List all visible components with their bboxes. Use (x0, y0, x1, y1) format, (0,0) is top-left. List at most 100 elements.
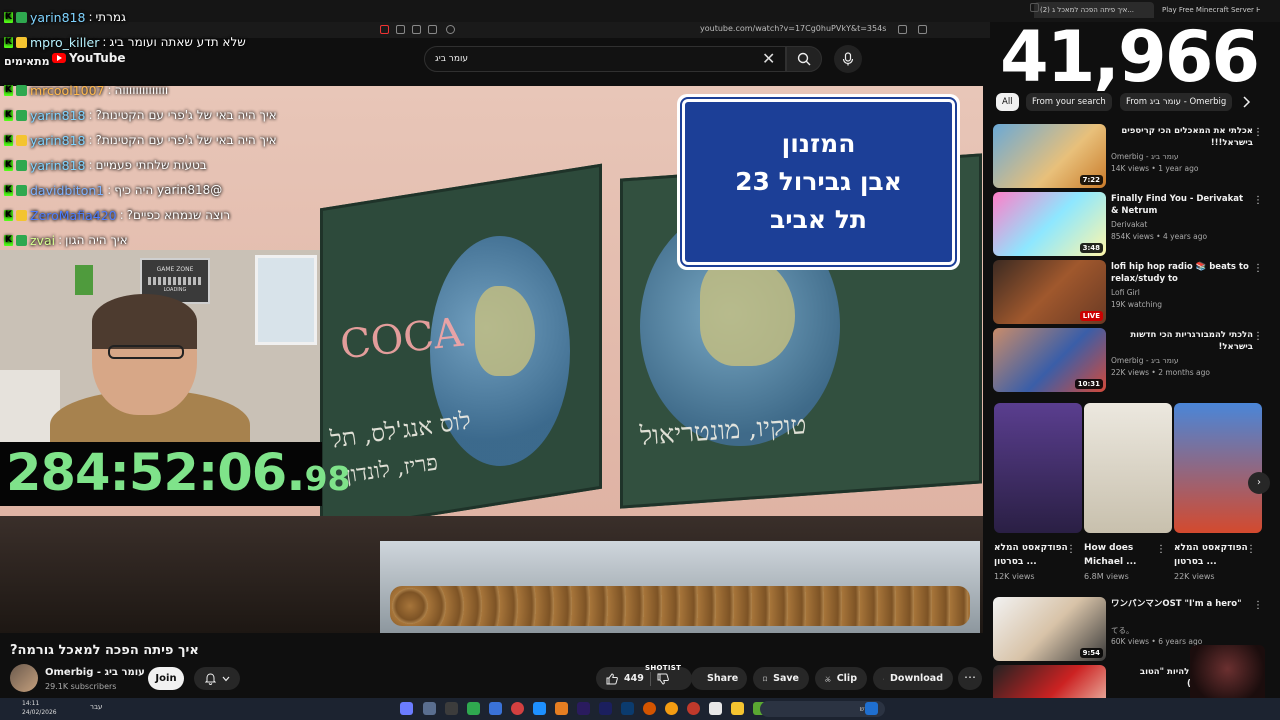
kick-badge-icon: K (4, 84, 13, 96)
clip-label: Clip (836, 673, 857, 684)
video-title: איך פיתה הפכה למאכל גורמה? (10, 643, 199, 658)
search-button[interactable] (786, 46, 822, 72)
recommendation-channel[interactable]: Lofi Girl (1111, 288, 1140, 297)
thumbs-down-icon[interactable] (657, 673, 669, 685)
windows-start-icon[interactable] (865, 702, 878, 715)
address-url[interactable]: youtube.com/watch?v=17Cg0huPVkY&t=354s (700, 24, 886, 33)
close-icon[interactable]: ✕ (762, 49, 775, 69)
save-button[interactable]: Save (753, 667, 809, 690)
recommendation-channel[interactable]: Derivakat (1111, 220, 1147, 229)
stream-timer: 284:52:06. 98 (0, 442, 351, 506)
chrome-icon[interactable] (687, 702, 700, 715)
search-icon[interactable] (446, 25, 455, 34)
recommendation-title[interactable]: Finally Find You - Derivakat & Netrum (1111, 193, 1253, 217)
folder-icon[interactable] (731, 702, 744, 715)
short-thumbnail[interactable] (1084, 403, 1172, 533)
video-thumbnail[interactable]: 7:22 (993, 124, 1106, 188)
recommendation-title[interactable]: הלכתי להמבורגריות הכי חדשות בישראל! (1111, 329, 1253, 353)
chip-from-your-search[interactable]: From your search (1026, 93, 1112, 111)
share-label: Share (707, 673, 739, 684)
app-icon[interactable] (533, 702, 546, 715)
chat-separator: : (102, 35, 107, 49)
taskbar-clock[interactable]: 14:11 24/02/2026 (22, 699, 57, 717)
app-icon[interactable] (423, 702, 436, 715)
voice-search-button[interactable] (834, 45, 862, 73)
more-vert-icon[interactable]: ⋮ (1253, 127, 1263, 138)
share-button[interactable]: Share (691, 667, 747, 690)
short-thumbnail[interactable] (994, 403, 1082, 533)
recommendation-item[interactable]: 10:31 הלכתי להמבורגריות הכי חדשות בישראל!… (993, 328, 1268, 394)
clip-button[interactable]: Clip (815, 667, 867, 690)
search-input[interactable]: עומר ביג (424, 46, 786, 72)
kick-badge-icon: K (4, 234, 13, 246)
extension-icon[interactable] (396, 25, 405, 34)
app-icon[interactable] (467, 702, 480, 715)
video-thumbnail[interactable]: 9:54 (993, 597, 1106, 661)
thumbs-up-icon[interactable] (606, 672, 618, 685)
duration-badge: 9:54 (1079, 648, 1103, 658)
app-icon[interactable] (445, 702, 458, 715)
more-vert-icon[interactable]: ⋮ (1246, 544, 1256, 555)
app-icon[interactable] (489, 702, 502, 715)
bookmark-icon[interactable] (918, 25, 927, 34)
youtube-logo-text: YouTube (69, 51, 126, 65)
recommendation-channel[interactable]: Omerbig - עומר ביג (1111, 152, 1179, 161)
short-title[interactable]: How does Michael ... (1084, 541, 1164, 569)
chip-from-channel[interactable]: From עומר ביג - Omerbig (1120, 93, 1232, 111)
premiere-icon[interactable] (599, 702, 612, 715)
app-icon[interactable] (400, 702, 413, 715)
recommendation-title[interactable]: lofi hip hop radio 📚 beats to relax/stud… (1111, 261, 1253, 285)
bookmark-icon (763, 676, 767, 681)
channel-name[interactable]: Omerbig - עומר ביג (45, 667, 145, 678)
download-button[interactable]: Download (873, 667, 953, 690)
firefox-icon[interactable] (665, 702, 678, 715)
more-vert-icon[interactable]: ⋮ (1253, 600, 1263, 611)
chat-text: רוצה שנמחא כפיים? (126, 208, 231, 222)
video-thumbnail[interactable]: 3:48 (993, 192, 1106, 256)
more-actions-button[interactable]: ⋯ (958, 667, 982, 690)
recommendation-channel[interactable]: Omerbig - עומר ביג (1111, 356, 1179, 365)
join-button[interactable]: Join (148, 667, 184, 690)
extension-icon[interactable] (412, 25, 421, 34)
recommendation-title[interactable]: ワンパンマンOST "I'm a hero" (1111, 598, 1253, 610)
recommendation-title[interactable]: אכלתי את המאכלים הכי קריספים בישראל!!! (1111, 125, 1253, 149)
recommendation-item[interactable]: LIVE lofi hip hop radio 📚 beats to relax/… (993, 260, 1268, 326)
chat-message: Kyarin818 : בטעות שלחתי פעמיים (4, 154, 207, 176)
youtube-logo[interactable]: YouTube (52, 51, 126, 65)
chat-username: yarin818 (30, 132, 86, 148)
chat-separator: : (88, 133, 93, 147)
app-icon[interactable] (511, 702, 524, 715)
more-vert-icon[interactable]: ⋮ (1253, 263, 1263, 274)
short-title[interactable]: הפודקאסט המלא בסרטון ... (994, 541, 1074, 569)
recommendation-meta: 14K views • 1 year ago (1111, 164, 1199, 173)
chat-username: mpro_killer (30, 34, 100, 50)
recommendation-item[interactable]: 3:48 Finally Find You - Derivakat & Netru… (993, 192, 1268, 258)
video-thumbnail[interactable]: LIVE (993, 260, 1106, 324)
extension-icon[interactable] (380, 25, 389, 34)
app-icon[interactable] (555, 702, 568, 715)
recommendation-channel[interactable]: てる。 (1111, 625, 1134, 636)
share-icon[interactable] (898, 25, 907, 34)
notifications-button[interactable] (194, 667, 240, 690)
language-indicator[interactable]: עבר (90, 703, 102, 711)
more-vert-icon[interactable]: ⋮ (1156, 544, 1166, 555)
after-effects-icon[interactable] (577, 702, 590, 715)
short-title[interactable]: הפודקאסט המלא בסרטון ... (1174, 541, 1254, 569)
video-thumbnail[interactable]: 10:31 (993, 328, 1106, 392)
app-icon[interactable] (709, 702, 722, 715)
chevron-right-icon[interactable] (1241, 96, 1251, 108)
photoshop-icon[interactable] (621, 702, 634, 715)
more-vert-icon[interactable]: ⋮ (1253, 331, 1263, 342)
extension-icon[interactable] (428, 25, 437, 34)
chat-separator: : (88, 158, 93, 172)
chat-text: בטעות שלחתי פעמיים (95, 158, 207, 172)
more-vert-icon[interactable]: ⋮ (1253, 195, 1263, 206)
shorts-next-button[interactable]: › (1248, 472, 1270, 494)
streamer-glasses (108, 345, 184, 359)
short-thumbnail[interactable] (1174, 403, 1262, 533)
more-vert-icon[interactable]: ⋮ (1066, 544, 1076, 555)
recommendation-item[interactable]: 7:22 אכלתי את המאכלים הכי קריספים בישראל!… (993, 124, 1268, 190)
app-icon[interactable] (643, 702, 656, 715)
chip-all[interactable]: All (996, 93, 1019, 111)
avatar[interactable] (10, 664, 38, 692)
